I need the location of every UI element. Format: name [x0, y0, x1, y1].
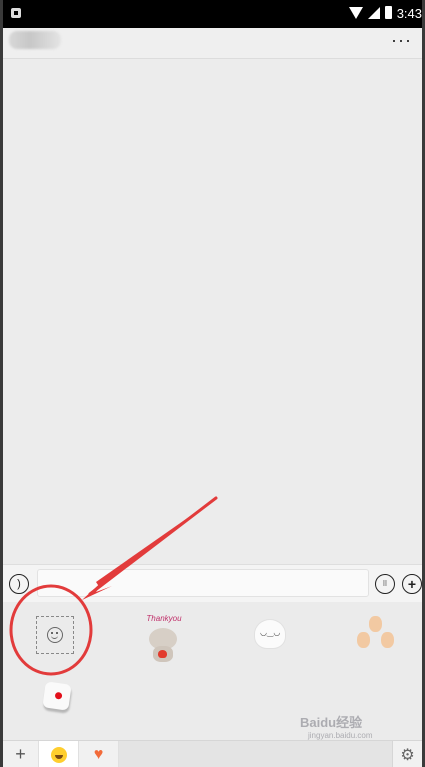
watermark: Baidu经验 jingyan.baidu.com [300, 712, 372, 740]
chat-message-area[interactable] [3, 59, 422, 564]
sticker-tab-bar: + ♥ ⚙ [3, 740, 422, 767]
wifi-icon [349, 6, 363, 19]
dice-face [42, 681, 72, 711]
heart-icon: ♥ [93, 745, 104, 763]
bear-heart [158, 650, 167, 658]
emoji-tab[interactable] [39, 741, 79, 767]
dice-dot [54, 691, 63, 700]
dice-sticker[interactable] [41, 680, 75, 714]
watermark-title: Baidu经验 [300, 715, 363, 730]
hand-rock [369, 616, 382, 632]
hand-scissors [357, 632, 370, 648]
watermark-subtitle: jingyan.baidu.com [308, 731, 373, 740]
signal-icon [368, 6, 380, 19]
chat-title-bar: ··· [3, 28, 422, 59]
input-bar: ) ⠿ + [3, 564, 422, 603]
contact-name-blurred[interactable] [9, 31, 61, 49]
more-functions-button[interactable]: + [402, 574, 422, 594]
hand-paper [381, 632, 394, 648]
smile-plus-icon [47, 627, 63, 643]
message-input[interactable] [37, 569, 369, 597]
favorites-tab[interactable]: ♥ [79, 741, 119, 767]
rock-paper-scissors-sticker[interactable] [357, 616, 399, 652]
notification-icon [11, 8, 21, 18]
tab-bar-spacer [119, 741, 392, 767]
phone-screen: 3:43 ··· ) ⠿ + Thankyou ◡‿◡ + ♥ ⚙ [3, 0, 422, 767]
add-custom-sticker-button[interactable] [36, 616, 74, 654]
ghost-sticker[interactable] [255, 620, 285, 648]
status-time: 3:43 [396, 6, 422, 21]
gear-icon[interactable]: ⚙ [392, 741, 422, 767]
status-icons [349, 6, 392, 19]
battery-icon [385, 6, 392, 19]
thank-you-bear-sticker[interactable]: Thankyou [141, 614, 187, 666]
voice-icon[interactable]: ) [9, 574, 29, 594]
sticker-caption: Thankyou [146, 614, 182, 623]
emoji-icon [50, 746, 67, 763]
more-options-button[interactable]: ··· [391, 30, 412, 51]
keyboard-icon[interactable]: ⠿ [375, 574, 395, 594]
status-bar: 3:43 [3, 0, 422, 28]
add-sticker-pack-button[interactable]: + [3, 741, 39, 767]
